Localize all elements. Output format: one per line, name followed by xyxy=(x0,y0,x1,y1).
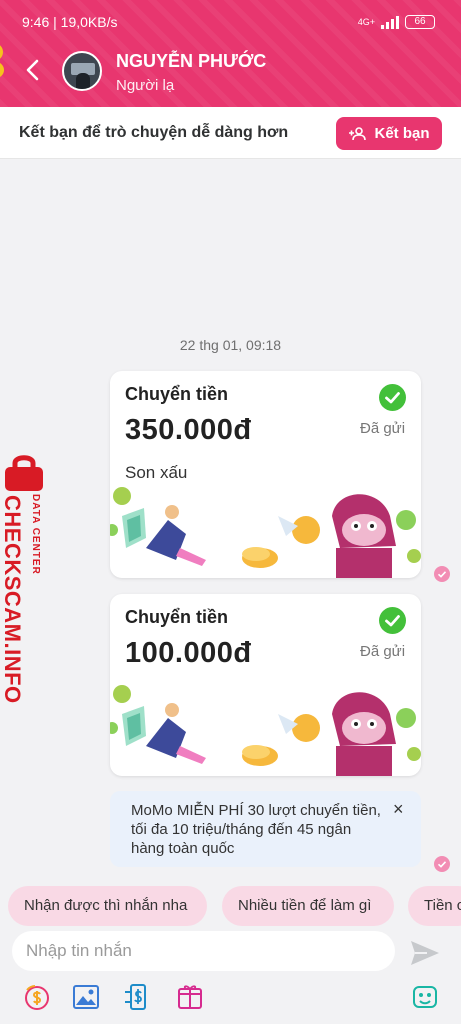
back-arrow-icon[interactable] xyxy=(24,58,42,82)
gift-envelope-icon[interactable] xyxy=(176,983,204,1011)
promo-message: MoMo MIỄN PHÍ 30 lượt chuyển tiền, tối đ… xyxy=(110,791,421,867)
watermark-text: CHECKSCAM.INFO xyxy=(0,495,25,704)
sticker-icon[interactable] xyxy=(411,983,439,1011)
transfer-title: Chuyển tiền xyxy=(125,607,229,627)
transfer-note: Son xấu xyxy=(125,463,188,482)
friend-banner-text: Kết bạn để trò chuyện dễ dàng hơn xyxy=(19,124,289,141)
promo-text: MoMo MIỄN PHÍ 30 lượt chuyển tiền, tối đ… xyxy=(131,802,381,857)
network-label: 4G+ xyxy=(357,17,375,27)
close-icon[interactable]: × xyxy=(393,799,404,820)
transfer-status: Đã gửi xyxy=(360,643,406,660)
transfer-illustration xyxy=(110,685,421,776)
padlock-icon xyxy=(5,455,43,491)
money-transfer-icon[interactable] xyxy=(22,983,50,1011)
message-input[interactable]: Nhập tin nhắn xyxy=(12,931,395,971)
signal-icon xyxy=(381,15,399,29)
sent-indicator-icon xyxy=(434,856,450,872)
transfer-amount: 100.000đ xyxy=(125,637,252,669)
image-icon[interactable] xyxy=(72,983,100,1011)
transfer-illustration xyxy=(110,487,421,578)
check-icon xyxy=(379,384,406,411)
logo-icon xyxy=(0,45,4,77)
check-icon xyxy=(379,607,406,634)
battery-icon: 66 xyxy=(405,15,435,29)
contact-relation: Người lạ xyxy=(116,77,175,94)
add-user-icon xyxy=(349,126,367,140)
quick-replies: Nhận được thì nhắn nha Nhiều tiền để làm… xyxy=(0,886,461,926)
watermark-subtext: DATA CENTER xyxy=(30,494,41,575)
transfer-card[interactable]: Chuyển tiền 350.000đ Đã gửi Son xấu xyxy=(110,371,421,578)
add-friend-label: Kết bạn xyxy=(374,125,430,142)
message-input-placeholder: Nhập tin nhắn xyxy=(26,941,132,960)
status-time: 9:46 | 19,0KB/s xyxy=(22,14,118,30)
header-bar: 9:46 | 19,0KB/s 4G+ 66 NGUYỄN PHƯỚC Ngườ… xyxy=(0,0,461,107)
transfer-card[interactable]: Chuyển tiền 100.000đ Đã gửi xyxy=(110,594,421,776)
sent-indicator-icon xyxy=(434,566,450,582)
chat-timestamp: 22 thg 01, 09:18 xyxy=(179,337,282,353)
quick-reply-chip[interactable]: Tiền c xyxy=(408,886,461,926)
add-friend-button[interactable]: Kết bạn xyxy=(336,117,442,150)
send-icon[interactable] xyxy=(409,939,441,967)
transfer-status: Đã gửi xyxy=(360,420,406,437)
contact-name[interactable]: NGUYỄN PHƯỚC xyxy=(116,51,266,72)
avatar-figure xyxy=(76,73,90,89)
transfer-amount: 350.000đ xyxy=(125,414,252,446)
transfer-title: Chuyển tiền xyxy=(125,384,229,404)
bank-transfer-icon[interactable] xyxy=(124,983,152,1011)
status-indicators: 4G+ 66 xyxy=(358,15,435,29)
avatar[interactable] xyxy=(62,51,102,91)
quick-reply-chip[interactable]: Nhiều tiền để làm gì xyxy=(222,886,394,926)
quick-reply-chip[interactable]: Nhận được thì nhắn nha xyxy=(8,886,207,926)
